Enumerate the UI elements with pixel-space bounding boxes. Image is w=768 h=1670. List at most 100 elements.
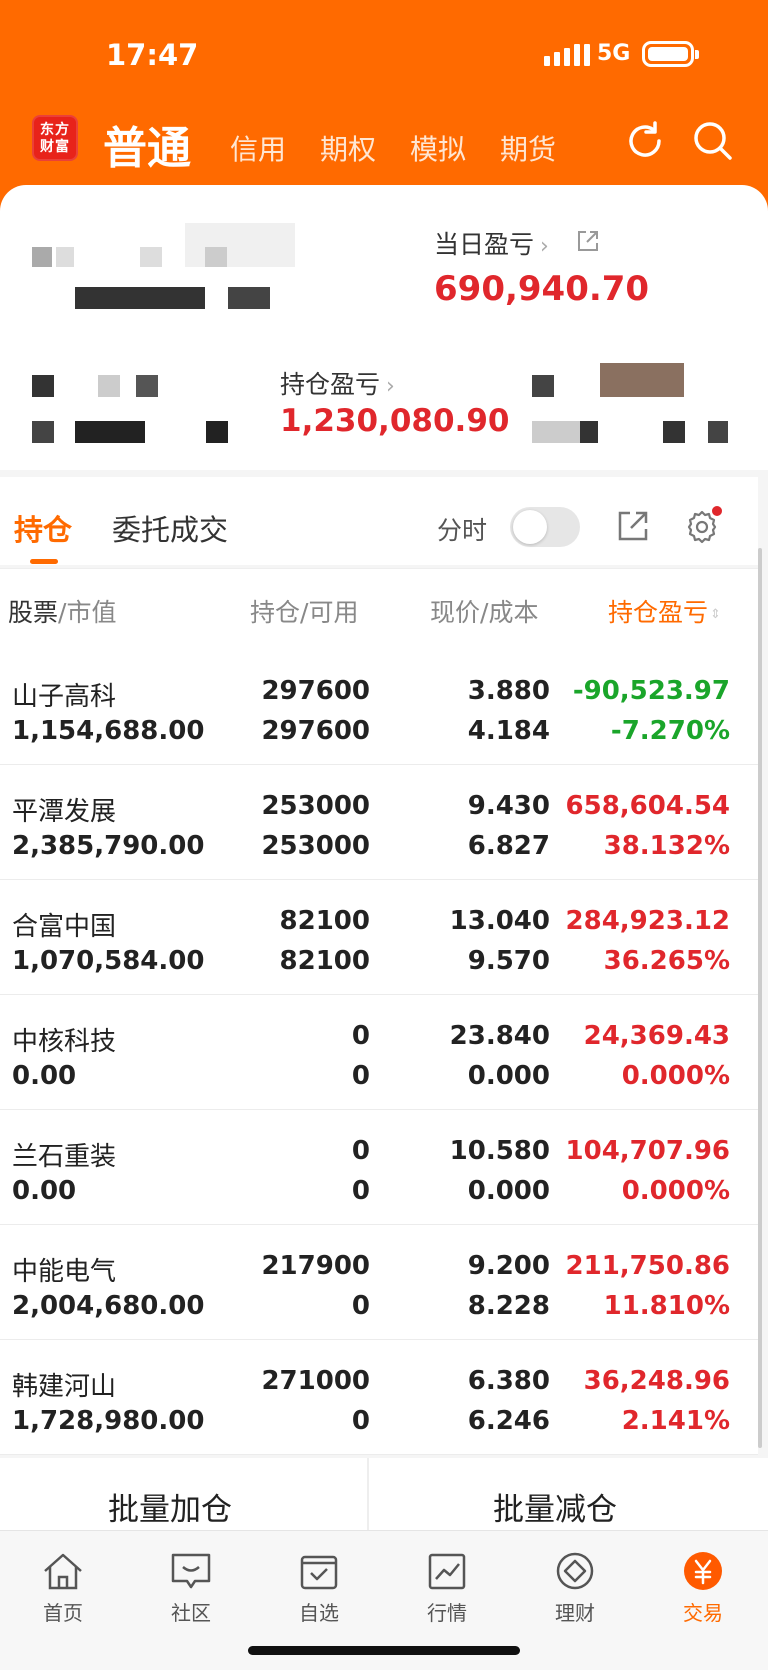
settings-gear-icon[interactable] (684, 506, 722, 548)
redacted-block (206, 421, 228, 443)
header-price: 现价 (430, 598, 481, 627)
divider (367, 1458, 369, 1530)
search-icon[interactable] (690, 118, 736, 164)
tab-simulation[interactable]: 模拟 (410, 128, 466, 168)
redacted-block (185, 223, 295, 267)
holdings-table: 股票/市值 持仓/可用 现价/成本 持仓盈亏 ⇕ 山子高科 1,154,688.00… (0, 568, 758, 1455)
redacted-block (600, 363, 684, 397)
redacted-block (228, 287, 270, 309)
cell-pl-pct: 38.132% (603, 831, 730, 861)
redacted-block (56, 247, 74, 267)
table-row[interactable]: 平潭发展 2,385,790.00 253000 253000 9.430 6.827 65… (0, 765, 758, 880)
cell-market-value: 1,070,584.00 (12, 946, 205, 976)
table-row[interactable]: 中能电气 2,004,680.00 217900 0 9.200 8.228 211,750… (0, 1225, 758, 1340)
intraday-toggle[interactable] (510, 507, 580, 547)
table-row[interactable]: 兰石重装 0.00 0 0 10.580 0.000 104,707.96 0.000% (0, 1110, 758, 1225)
redacted-block (140, 247, 162, 267)
chat-icon (171, 1553, 211, 1589)
daily-pl-label-text: 当日盈亏 (434, 230, 535, 259)
cell-cost: 6.246 (467, 1406, 550, 1436)
redacted-block (98, 375, 120, 397)
watchlist-icon (300, 1555, 338, 1590)
yen-icon (684, 1552, 722, 1590)
app-logo: 东方 财富 (32, 115, 78, 161)
table-row[interactable]: 中核科技 0.00 0 0 23.840 0.000 24,369.43 0.000% (0, 995, 758, 1110)
redacted-block (580, 421, 598, 443)
tab-credit[interactable]: 信用 (230, 128, 286, 168)
cell-available: 82100 (279, 946, 370, 976)
tab-options[interactable]: 期权 (320, 128, 376, 168)
tab-orders[interactable]: 委托成交 (112, 507, 228, 549)
cell-price: 6.380 (467, 1366, 550, 1396)
cell-pl: 104,707.96 (565, 1136, 730, 1166)
cell-market-value: 2,004,680.00 (12, 1291, 205, 1321)
cell-market-value: 0.00 (12, 1061, 77, 1091)
cell-available: 0 (351, 1176, 370, 1206)
export-icon[interactable] (616, 509, 650, 547)
position-pl-label[interactable]: 持仓盈亏 › (280, 365, 395, 401)
cell-market-value: 1,728,980.00 (12, 1406, 205, 1436)
table-row[interactable]: 山子高科 1,154,688.00 297600 297600 3.880 4.184 -9… (0, 650, 758, 765)
status-time: 17:47 (106, 38, 199, 72)
cell-name: 中核科技 (12, 1027, 117, 1057)
network-type: 5G (597, 41, 631, 66)
nav-community[interactable]: 社区 (141, 1551, 241, 1626)
batch-reduce-button[interactable]: 批量减仓 (493, 1484, 617, 1529)
market-chart-icon (428, 1553, 466, 1590)
redacted-block (708, 421, 728, 443)
cell-pl-pct: 0.000% (621, 1061, 730, 1091)
redacted-block (532, 375, 554, 397)
intraday-label: 分时 (437, 516, 488, 545)
nav-market[interactable]: 行情 (397, 1551, 497, 1626)
cell-price: 9.430 (467, 791, 550, 821)
cell-name: 兰石重装 (12, 1142, 117, 1172)
cell-name: 山子高科 (12, 682, 117, 712)
cell-price: 3.880 (467, 676, 550, 706)
home-icon (44, 1553, 82, 1590)
cell-market-value: 2,385,790.00 (12, 831, 205, 861)
nav-wealth[interactable]: 理财 (525, 1551, 625, 1626)
tab-normal[interactable]: 普通 (103, 112, 191, 176)
redacted-block (32, 247, 52, 267)
nav-trade-label: 交易 (683, 1601, 723, 1625)
scrollbar[interactable] (758, 548, 762, 1448)
cell-available: 253000 (261, 831, 370, 861)
header-position-pl[interactable]: 持仓盈亏 ⇕ (608, 593, 721, 629)
wealth-icon (556, 1552, 594, 1590)
daily-pl-label[interactable]: 当日盈亏 › (434, 225, 549, 261)
cell-position: 253000 (261, 791, 370, 821)
table-row[interactable]: 韩建河山 1,728,980.00 271000 0 6.380 6.246 36,248.… (0, 1340, 758, 1455)
nav-trade[interactable]: 交易 (653, 1551, 753, 1626)
batch-action-bar: 批量加仓 批量减仓 (0, 1458, 768, 1530)
nav-market-label: 行情 (427, 1601, 467, 1625)
nav-community-label: 社区 (171, 1601, 211, 1625)
cell-pl-pct: -7.270% (610, 716, 730, 746)
cell-name: 中能电气 (12, 1257, 117, 1287)
redacted-block (75, 421, 145, 443)
header-position-available[interactable]: 持仓/可用 (250, 593, 358, 629)
nav-wealth-label: 理财 (555, 1601, 595, 1625)
cell-price: 13.040 (449, 906, 550, 936)
signal-icon (544, 44, 590, 66)
cell-position: 271000 (261, 1366, 370, 1396)
redacted-block (32, 375, 54, 397)
nav-watchlist[interactable]: 自选 (269, 1551, 369, 1626)
share-icon[interactable] (576, 229, 600, 257)
position-pl-value: 1,230,080.90 (280, 403, 510, 439)
cell-position: 217900 (261, 1251, 370, 1281)
cell-pl: 211,750.86 (565, 1251, 730, 1281)
header-stock-market-value[interactable]: 股票/市值 (8, 593, 116, 629)
redacted-block (136, 375, 158, 397)
tab-holdings[interactable]: 持仓 (14, 507, 72, 549)
table-row[interactable]: 合富中国 1,070,584.00 82100 82100 13.040 9.570 284… (0, 880, 758, 995)
cell-name: 平潭发展 (12, 797, 117, 827)
nav-home[interactable]: 首页 (13, 1551, 113, 1626)
chevron-right-icon: › (540, 234, 549, 259)
tab-futures[interactable]: 期货 (500, 128, 556, 168)
header-price-cost[interactable]: 现价/成本 (430, 593, 538, 629)
cell-cost: 0.000 (467, 1061, 550, 1091)
cell-pl: 284,923.12 (565, 906, 730, 936)
batch-add-button[interactable]: 批量加仓 (108, 1484, 232, 1529)
refresh-icon[interactable] (622, 118, 668, 164)
home-indicator (248, 1646, 520, 1655)
